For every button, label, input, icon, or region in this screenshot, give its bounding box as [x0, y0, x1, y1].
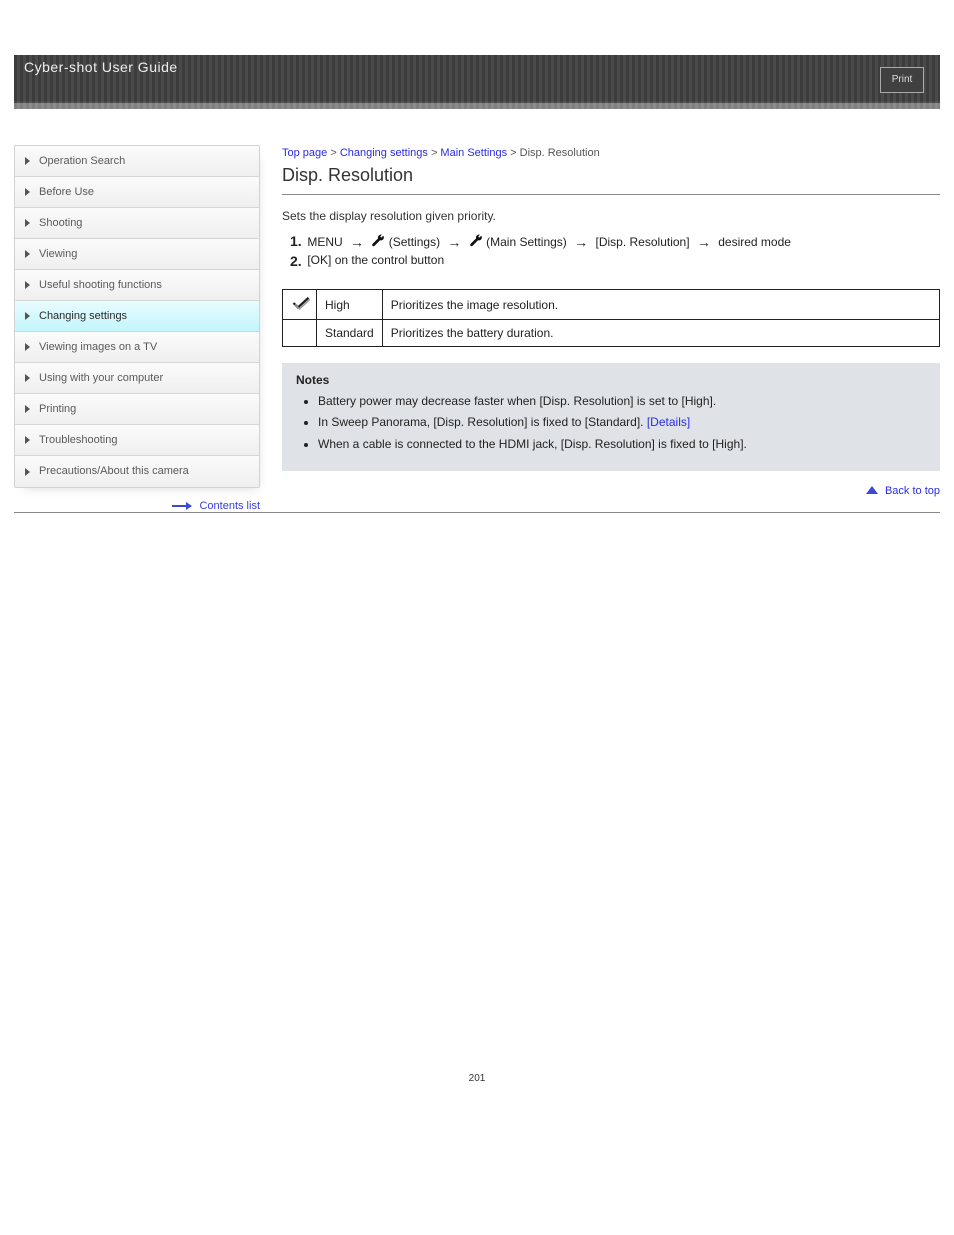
sidebar: Operation Search Before Use Shooting Viewin… — [14, 145, 260, 512]
breadcrumb-category[interactable]: Changing settings — [340, 147, 428, 159]
sidebar-item-label: Troubleshooting — [39, 434, 117, 446]
breadcrumb: Top page > Changing settings > Main Sett… — [282, 147, 940, 159]
chevron-right-icon — [25, 250, 30, 258]
sidebar-item[interactable]: Changing settings — [15, 301, 259, 332]
sidebar-item[interactable]: Viewing images on a TV — [15, 332, 259, 363]
notes-box: Notes Battery power may decrease faster … — [282, 363, 940, 471]
steps: 1. MENU → (Settings) → (Main Settings) — [290, 233, 940, 269]
back-to-top-link[interactable]: Back to top — [282, 485, 940, 497]
step-1: 1. MENU → (Settings) → (Main Settings) — [290, 233, 940, 249]
chevron-right-icon — [25, 343, 30, 351]
divider — [282, 194, 940, 195]
chevron-right-icon — [25, 374, 30, 382]
check-icon — [292, 296, 308, 308]
page-title: Disp. Resolution — [282, 165, 940, 186]
footer-rule — [14, 512, 940, 513]
list-item: In Sweep Panorama, [Disp. Resolution] is… — [318, 414, 926, 431]
guide-title: Cyber-shot User Guide — [24, 59, 178, 75]
step-2: 2. [OK] on the control button — [290, 253, 940, 269]
notes-title: Notes — [296, 373, 926, 387]
sidebar-list: Operation Search Before Use Shooting Viewin… — [14, 145, 260, 488]
arrow-icon: → — [697, 234, 711, 250]
sidebar-item-label: Before Use — [39, 186, 94, 198]
wrench-icon — [371, 234, 385, 248]
arrow-icon: → — [447, 234, 461, 250]
sidebar-item[interactable]: Using with your computer — [15, 363, 259, 394]
sidebar-item[interactable]: Operation Search — [15, 146, 259, 177]
contents-list-label: Contents list — [199, 500, 260, 512]
chevron-right-icon — [25, 468, 30, 476]
list-item: When a cable is connected to the HDMI ja… — [318, 436, 926, 453]
default-check-cell — [283, 290, 317, 320]
chevron-right-icon — [25, 405, 30, 413]
wrench-icon — [469, 234, 483, 248]
list-item: Battery power may decrease faster when [… — [318, 393, 926, 410]
notes-list: Battery power may decrease faster when [… — [318, 393, 926, 453]
sidebar-item-label: Viewing — [39, 248, 77, 260]
header-banner: Cyber-shot User Guide Print — [14, 55, 940, 103]
arrow-icon: → — [574, 234, 588, 250]
sidebar-item-label: Useful shooting functions — [39, 279, 162, 291]
chevron-right-icon — [25, 312, 30, 320]
breadcrumb-current: Disp. Resolution — [520, 147, 600, 159]
sidebar-item-label: Operation Search — [39, 155, 125, 167]
sidebar-item-label: Using with your computer — [39, 372, 163, 384]
sidebar-item-label: Shooting — [39, 217, 82, 229]
chevron-right-icon — [25, 188, 30, 196]
print-button[interactable]: Print — [880, 67, 924, 93]
table-row: High Prioritizes the image resolution. — [283, 290, 940, 320]
sidebar-item[interactable]: Precautions/About this camera — [15, 456, 259, 487]
sidebar-item-label: Viewing images on a TV — [39, 341, 157, 353]
sidebar-item[interactable]: Printing — [15, 394, 259, 425]
contents-list-link[interactable]: Contents list — [14, 500, 260, 512]
table-row: Standard Prioritizes the battery duratio… — [283, 320, 940, 347]
chevron-right-icon — [25, 219, 30, 227]
arrow-right-icon — [172, 502, 192, 510]
sidebar-item[interactable]: Before Use — [15, 177, 259, 208]
chevron-right-icon — [25, 436, 30, 444]
details-link[interactable]: [Details] — [647, 415, 690, 429]
breadcrumb-top[interactable]: Top page — [282, 147, 327, 159]
sidebar-item[interactable]: Troubleshooting — [15, 425, 259, 456]
options-table: High Prioritizes the image resolution. S… — [282, 289, 940, 347]
arrow-icon: → — [350, 234, 364, 250]
intro-text: Sets the display resolution given priori… — [282, 209, 940, 223]
page-number: 201 — [0, 1073, 954, 1084]
chevron-right-icon — [25, 157, 30, 165]
chevron-right-icon — [25, 281, 30, 289]
sidebar-item[interactable]: Useful shooting functions — [15, 270, 259, 301]
sidebar-item[interactable]: Viewing — [15, 239, 259, 270]
sidebar-item-label: Precautions/About this camera — [39, 465, 189, 477]
sidebar-item[interactable]: Shooting — [15, 208, 259, 239]
sidebar-item-label: Printing — [39, 403, 76, 415]
sidebar-item-label: Changing settings — [39, 310, 127, 322]
triangle-up-icon — [866, 486, 878, 494]
breadcrumb-subcategory[interactable]: Main Settings — [440, 147, 507, 159]
article: Top page > Changing settings > Main Sett… — [282, 145, 940, 512]
